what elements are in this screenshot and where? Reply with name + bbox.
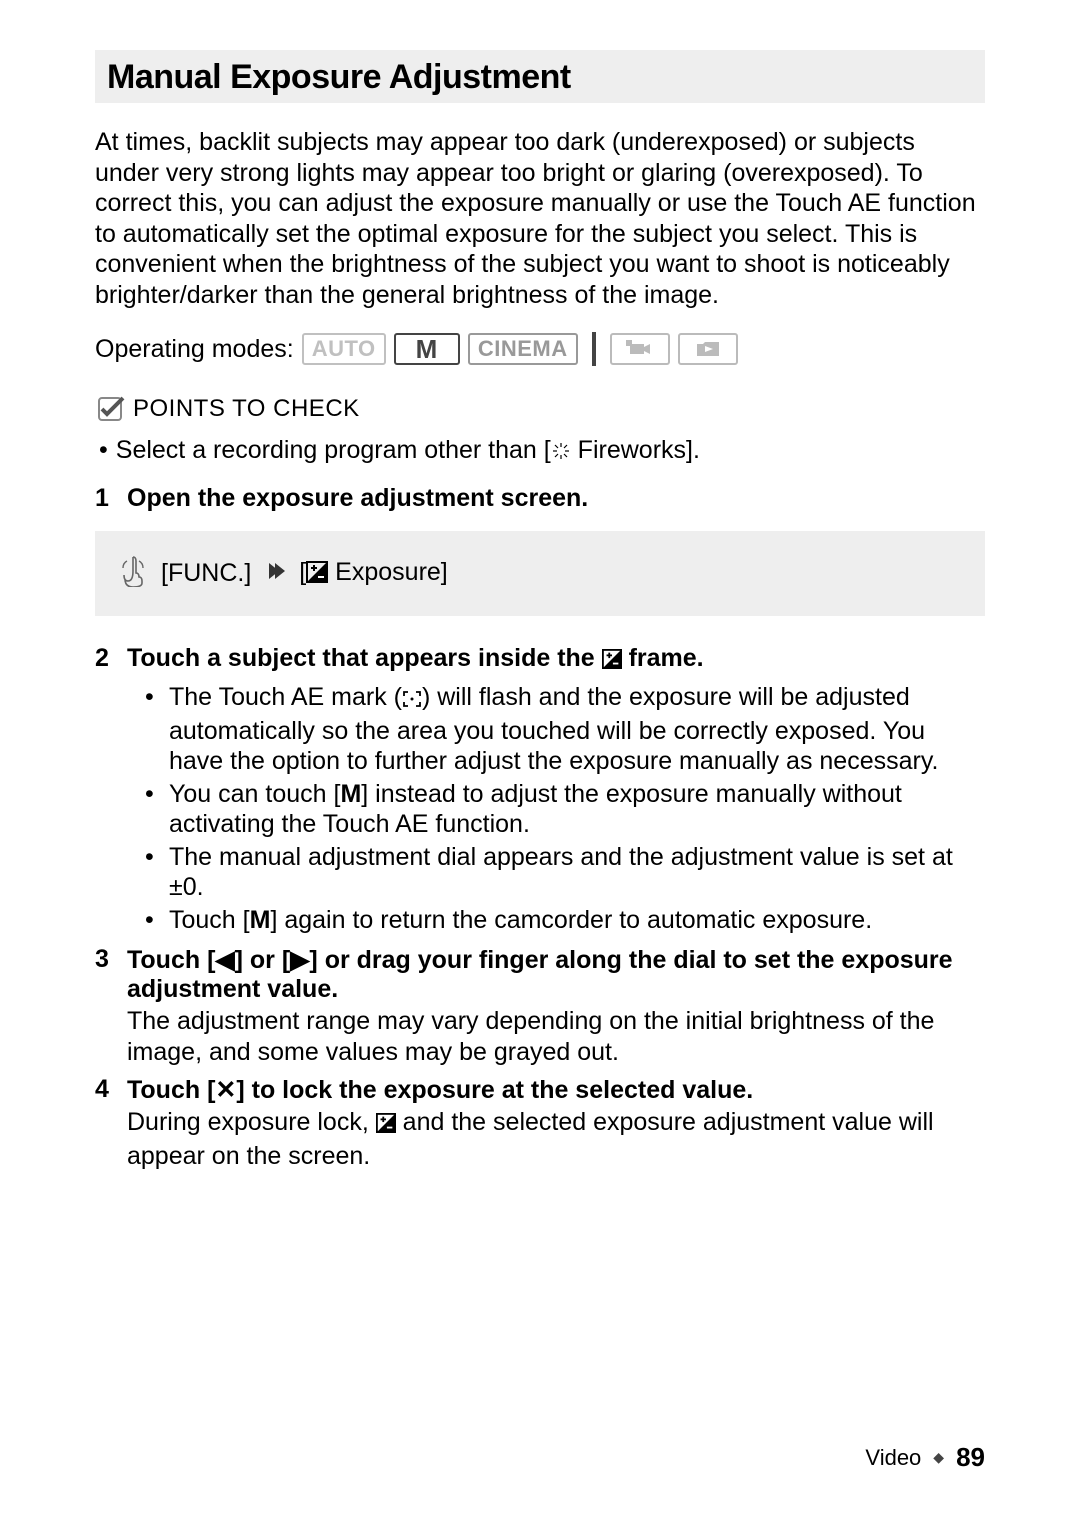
touch-icon <box>119 553 147 594</box>
video-camera-icon <box>626 340 654 358</box>
step-2-bullet-4: Touch [M] again to return the camcorder … <box>145 905 985 936</box>
operating-modes-row: Operating modes: AUTO M CINEMA <box>95 332 985 366</box>
points-bullet: • Select a recording program other than … <box>99 436 985 468</box>
points-to-check-label: POINTS TO CHECK <box>133 395 360 423</box>
callout-exposure-label: Exposure] <box>328 558 448 586</box>
step-4-desc: During exposure lock, and the selected e… <box>127 1107 985 1171</box>
step-2-bullet-2: You can touch [M] instead to adjust the … <box>145 779 985 840</box>
footer-section: Video <box>865 1445 921 1471</box>
exposure-icon <box>306 561 328 590</box>
operating-modes-label: Operating modes: <box>95 335 294 364</box>
check-icon <box>95 394 125 424</box>
page-title: Manual Exposure Adjustment <box>107 58 973 97</box>
mode-auto-badge: AUTO <box>302 333 386 365</box>
step-1-title: Open the exposure adjustment screen. <box>127 484 985 513</box>
steps-list: 1 Open the exposure adjustment screen. [… <box>95 484 985 1171</box>
mode-manual-badge: M <box>394 333 460 365</box>
step-1-num: 1 <box>95 484 113 513</box>
exposure-icon <box>602 647 622 676</box>
step-1: 1 Open the exposure adjustment screen. <box>95 484 985 513</box>
intro-paragraph: At times, backlit subjects may appear to… <box>95 127 985 310</box>
mode-divider <box>592 332 596 366</box>
callout-func-label: [FUNC.] <box>161 559 251 588</box>
step-3-desc: The adjustment range may vary depending … <box>127 1006 985 1067</box>
step-3-title: Touch [◀] or [▶] or drag your finger alo… <box>127 945 985 1004</box>
footer-page-number: 89 <box>956 1442 985 1473</box>
footer-diamond-icon: ◆ <box>933 1449 944 1466</box>
mode-playback-badge <box>678 333 738 365</box>
step-2-bullet-3: The manual adjustment dial appears and t… <box>145 842 985 903</box>
step-3: 3 Touch [◀] or [▶] or drag your finger a… <box>95 945 985 1067</box>
exposure-icon <box>376 1110 396 1141</box>
step-2: 2 Touch a subject that appears inside th… <box>95 644 985 937</box>
step-2-num: 2 <box>95 644 113 937</box>
points-bullet-post: Fireworks]. <box>571 436 700 464</box>
fireworks-icon <box>551 439 571 468</box>
touch-ae-mark-icon <box>402 685 422 716</box>
mode-video-badge <box>610 333 670 365</box>
step-4-num: 4 <box>95 1075 113 1171</box>
func-callout: [FUNC.] [ Exposure] <box>95 531 985 616</box>
section-header: Manual Exposure Adjustment <box>95 50 985 103</box>
chevron-right-icon <box>265 559 285 588</box>
step-4-title: Touch [✕] to lock the exposure at the se… <box>127 1075 985 1105</box>
page-footer: Video ◆ 89 <box>865 1442 985 1473</box>
step-2-bullets: The Touch AE mark () will flash and the … <box>145 682 985 935</box>
step-2-bullet-1: The Touch AE mark () will flash and the … <box>145 682 985 777</box>
step-3-num: 3 <box>95 945 113 1067</box>
step-2-title: Touch a subject that appears inside the … <box>127 644 985 676</box>
points-bullet-pre: Select a recording program other than [ <box>116 436 551 464</box>
points-to-check-row: POINTS TO CHECK <box>95 394 985 424</box>
mode-cinema-badge: CINEMA <box>468 333 578 365</box>
play-folder-icon <box>695 340 721 358</box>
step-4: 4 Touch [✕] to lock the exposure at the … <box>95 1075 985 1171</box>
